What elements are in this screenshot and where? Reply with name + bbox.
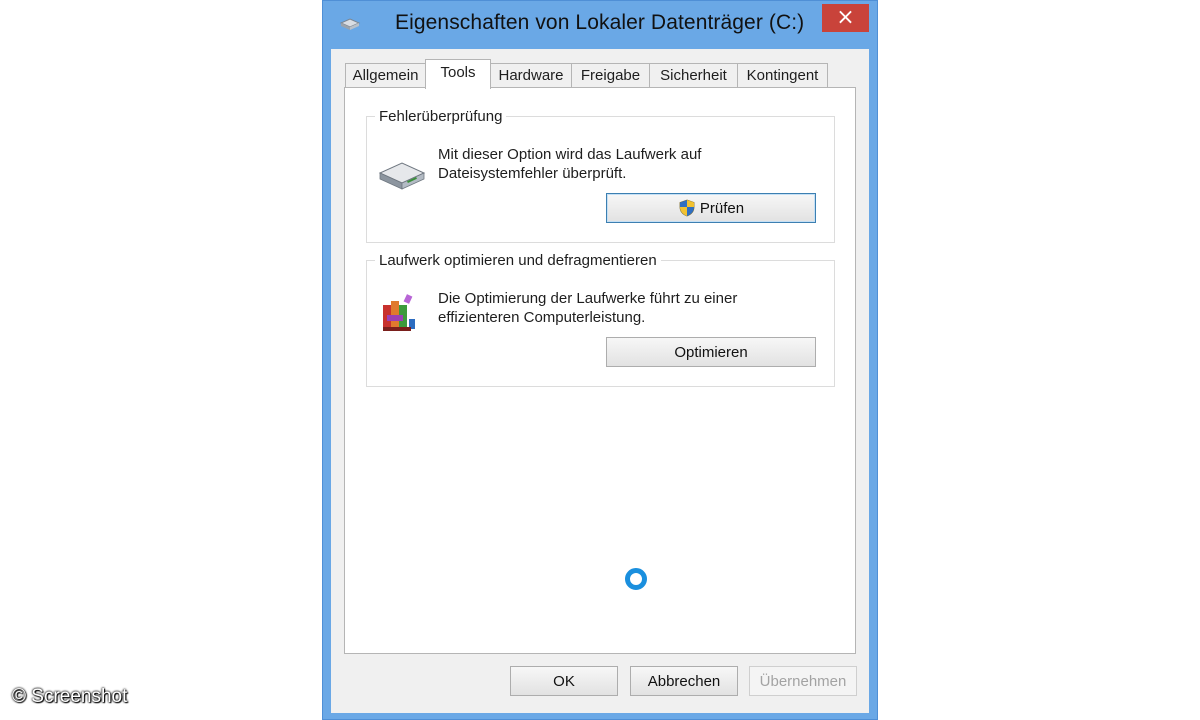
window-title: Eigenschaften von Lokaler Datenträger (C…	[395, 11, 805, 34]
cancel-button-label: Abbrechen	[647, 672, 721, 690]
cancel-button[interactable]: Abbrechen	[630, 666, 738, 696]
close-icon: ×	[836, 5, 855, 30]
screenshot-watermark: © Screenshot	[12, 686, 128, 707]
check-button-label: Prüfen	[699, 199, 745, 217]
error-check-group: Fehlerüberprüfung Mit dieser Option wird…	[366, 108, 835, 243]
check-button[interactable]: Prüfen	[606, 193, 816, 223]
apply-button-label: Übernehmen	[759, 672, 847, 690]
error-check-description-1: Mit dieser Option wird das Laufwerk auf	[438, 146, 702, 163]
optimize-description-2: effizienteren Computerleistung.	[438, 309, 646, 326]
optimize-title: Laufwerk optimieren und defragmentieren	[375, 252, 661, 269]
optimize-button-label: Optimieren	[674, 343, 748, 361]
error-check-description-2: Dateisystemfehler überprüft.	[438, 165, 627, 182]
tab-sicherheit[interactable]: Sicherheit	[649, 63, 738, 87]
shield-icon	[679, 199, 695, 217]
ok-button-label: OK	[553, 672, 575, 690]
tab-allgemein[interactable]: Allgemein	[345, 63, 426, 87]
apply-button[interactable]: Übernehmen	[749, 666, 857, 696]
ok-button[interactable]: OK	[510, 666, 618, 696]
close-button[interactable]: ×	[822, 4, 869, 32]
drive-icon	[339, 18, 361, 30]
title-bar[interactable]: Eigenschaften von Lokaler Datenträger (C…	[323, 1, 877, 49]
tab-tools[interactable]: Tools	[425, 59, 491, 89]
tab-kontingent[interactable]: Kontingent	[737, 63, 828, 87]
hard-drive-icon	[378, 162, 426, 190]
properties-window: Eigenschaften von Lokaler Datenträger (C…	[322, 0, 878, 720]
tab-hardware[interactable]: Hardware	[490, 63, 572, 87]
defrag-icon	[383, 294, 415, 331]
busy-spinner-icon	[625, 568, 647, 590]
tools-tab-panel: Fehlerüberprüfung Mit dieser Option wird…	[344, 87, 856, 654]
optimize-description-1: Die Optimierung der Laufwerke führt zu e…	[438, 290, 738, 307]
dialog-client: Allgemein Tools Hardware Freigabe Sicher…	[331, 49, 869, 713]
tab-freigabe[interactable]: Freigabe	[571, 63, 650, 87]
optimize-button[interactable]: Optimieren	[606, 337, 816, 367]
error-check-title: Fehlerüberprüfung	[375, 108, 507, 125]
optimize-group: Laufwerk optimieren und defragmentieren …	[366, 252, 835, 387]
